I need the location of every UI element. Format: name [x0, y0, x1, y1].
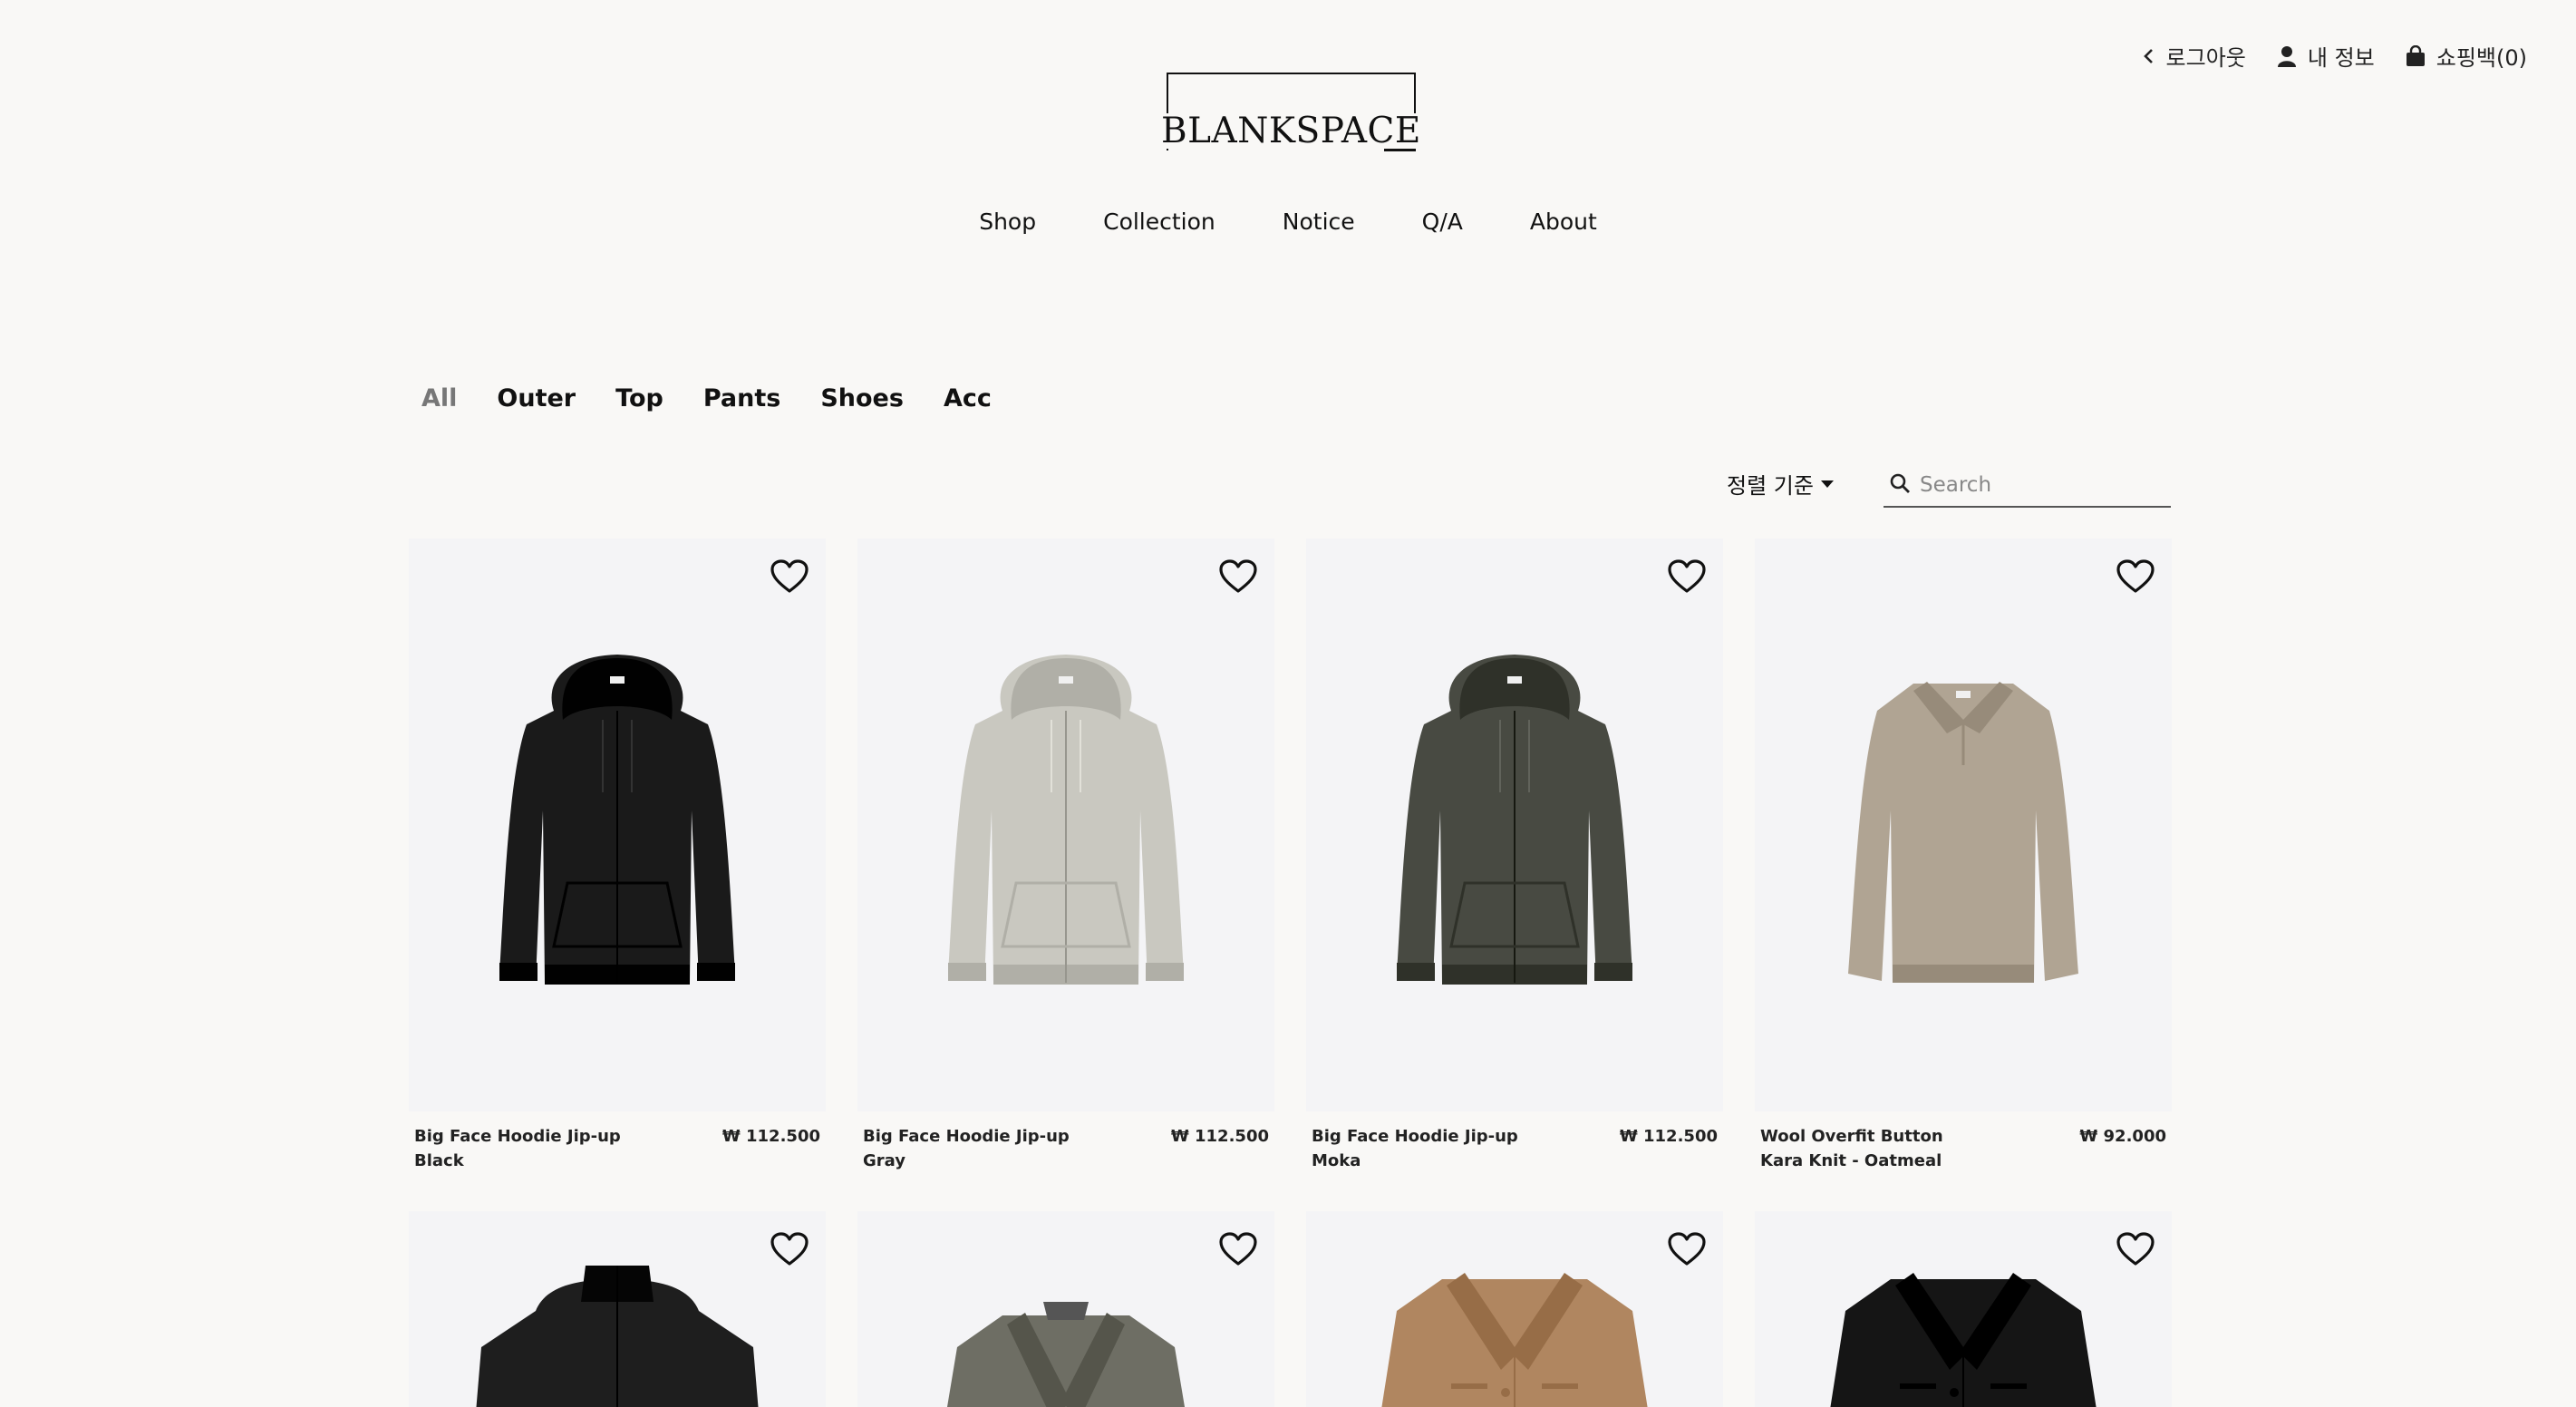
- product-info: Big Face Hoodie Jip-up Moka ₩ 112.500: [1306, 1111, 1723, 1173]
- tab-shoes[interactable]: Shoes: [820, 384, 904, 412]
- product-image[interactable]: [1306, 539, 1723, 1111]
- nav-about[interactable]: About: [1530, 209, 1597, 235]
- product-image[interactable]: [1755, 1211, 2172, 1407]
- product-image[interactable]: [1306, 1211, 1723, 1407]
- nav-shop[interactable]: Shop: [979, 209, 1036, 235]
- main-nav: Shop Collection Notice Q/A About: [0, 209, 2576, 235]
- product-card[interactable]: Wool Overfit Button Kara Knit - Oatmeal …: [1755, 539, 2172, 1173]
- product-photo: [1397, 655, 1632, 985]
- cart-link[interactable]: 쇼핑백(0): [2406, 40, 2527, 72]
- logo-text: BLANKSPACE: [1161, 113, 1427, 149]
- tab-outer[interactable]: Outer: [497, 384, 576, 412]
- product-card[interactable]: Big Face Hoodie Jip-up Gray ₩ 112.500: [857, 539, 1274, 1173]
- caret-down-icon: [1820, 480, 1834, 488]
- product-info: Big Face Hoodie Jip-up Black ₩ 112.500: [409, 1111, 826, 1173]
- heart-icon[interactable]: [2116, 1231, 2155, 1271]
- product-card[interactable]: Big Face Hoodie Jip-up Moka ₩ 112.500: [1306, 539, 1723, 1173]
- nav-collection[interactable]: Collection: [1103, 209, 1215, 235]
- product-price: ₩ 112.500: [721, 1127, 820, 1146]
- product-card[interactable]: [857, 1211, 1274, 1407]
- heart-icon[interactable]: [1218, 1231, 1258, 1271]
- product-image[interactable]: [1755, 539, 2172, 1111]
- product-photo: [476, 1266, 759, 1407]
- my-info-link[interactable]: 내 정보: [2277, 40, 2375, 72]
- nav-qa[interactable]: Q/A: [1422, 209, 1463, 235]
- logout-link[interactable]: 로그아웃: [2143, 40, 2246, 72]
- cart-label: 쇼핑백(0): [2436, 45, 2527, 71]
- chevron-left-icon: [2143, 46, 2155, 66]
- logout-label: 로그아웃: [2165, 45, 2246, 71]
- product-image[interactable]: [857, 539, 1274, 1111]
- product-photo: [1381, 1273, 1648, 1407]
- tab-pants[interactable]: Pants: [703, 384, 780, 412]
- search-bar: [1884, 464, 2171, 508]
- nav-notice[interactable]: Notice: [1283, 209, 1355, 235]
- product-price: ₩ 92.000: [2079, 1127, 2166, 1146]
- product-name[interactable]: Big Face Hoodie Jip-up Black: [414, 1124, 641, 1173]
- user-icon: [2277, 45, 2297, 67]
- product-card[interactable]: [1755, 1211, 2172, 1407]
- product-photo: [1848, 682, 2078, 983]
- product-card[interactable]: [1306, 1211, 1723, 1407]
- product-name[interactable]: Big Face Hoodie Jip-up Gray: [863, 1124, 1089, 1173]
- product-name[interactable]: Wool Overfit Button Kara Knit - Oatmeal: [1760, 1124, 1987, 1173]
- product-info: Wool Overfit Button Kara Knit - Oatmeal …: [1755, 1111, 2172, 1173]
- shopping-bag-icon: [2406, 44, 2426, 67]
- logo-underline: [1384, 149, 1416, 151]
- tab-all[interactable]: All: [421, 384, 457, 412]
- sort-label: 정렬 기준: [1727, 473, 1814, 499]
- my-info-label: 내 정보: [2307, 45, 2375, 71]
- heart-icon[interactable]: [1667, 558, 1707, 598]
- heart-icon[interactable]: [1667, 1231, 1707, 1271]
- utility-bar: 로그아웃 내 정보 쇼핑백(0): [2143, 40, 2527, 72]
- product-image[interactable]: [409, 539, 826, 1111]
- heart-icon[interactable]: [2116, 558, 2155, 598]
- tab-top[interactable]: Top: [615, 384, 663, 412]
- product-info: Big Face Hoodie Jip-up Gray ₩ 112.500: [857, 1111, 1274, 1173]
- product-image[interactable]: [409, 1211, 826, 1407]
- product-name[interactable]: Big Face Hoodie Jip-up Moka: [1312, 1124, 1538, 1173]
- product-image[interactable]: [857, 1211, 1274, 1407]
- search-icon[interactable]: [1889, 472, 1911, 498]
- heart-icon[interactable]: [1218, 558, 1258, 598]
- product-grid: Big Face Hoodie Jip-up Black ₩ 112.500 B…: [409, 539, 2172, 1407]
- product-price: ₩ 112.500: [1619, 1127, 1718, 1146]
- product-photo: [1830, 1273, 2097, 1407]
- sort-dropdown[interactable]: 정렬 기준: [1727, 468, 1834, 500]
- tab-acc[interactable]: Acc: [944, 384, 992, 412]
- site-logo[interactable]: BLANKSPACE: [1161, 71, 1427, 152]
- search-input[interactable]: [1920, 473, 2155, 497]
- product-photo: [499, 655, 735, 985]
- heart-icon[interactable]: [770, 558, 809, 598]
- product-price: ₩ 112.500: [1170, 1127, 1269, 1146]
- heart-icon[interactable]: [770, 1231, 809, 1271]
- category-tabs: All Outer Top Pants Shoes Acc: [421, 384, 992, 412]
- product-card[interactable]: [409, 1211, 826, 1407]
- product-photo: [947, 1302, 1185, 1407]
- product-photo: [948, 655, 1184, 985]
- product-card[interactable]: Big Face Hoodie Jip-up Black ₩ 112.500: [409, 539, 826, 1173]
